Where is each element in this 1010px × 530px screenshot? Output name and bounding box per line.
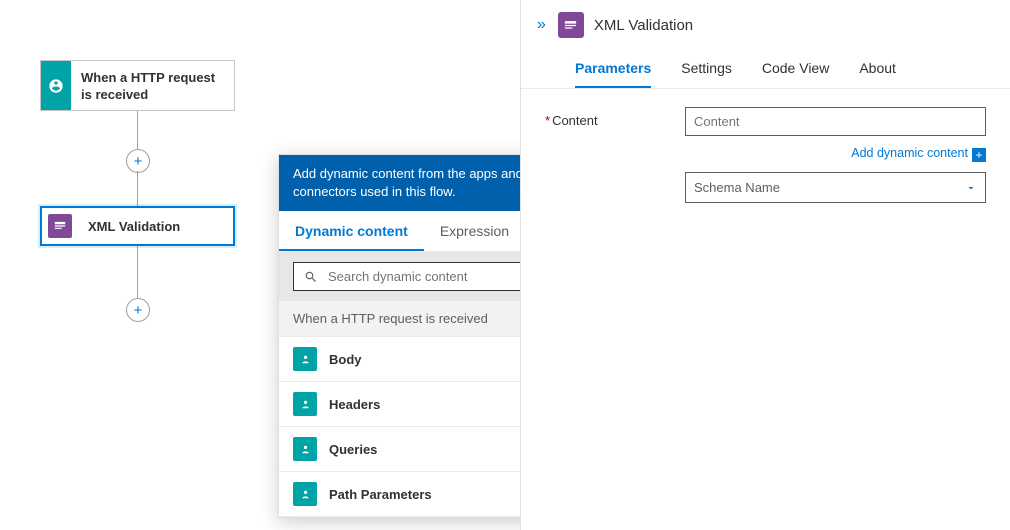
tab-expression[interactable]: Expression (424, 211, 525, 251)
http-trigger-icon (293, 347, 317, 371)
action-label: XML Validation (78, 208, 190, 244)
panel-body: *Content Add dynamic content+ Schema Nam… (521, 89, 1010, 227)
schema-placeholder: Schema Name (694, 180, 780, 195)
details-panel: » XML Validation Parameters Settings Cod… (520, 0, 1010, 530)
action-node-xml-validation[interactable]: XML Validation (40, 206, 235, 246)
group-title: When a HTTP request is received (293, 311, 488, 326)
http-trigger-icon (293, 392, 317, 416)
field-row-content: *Content (545, 107, 986, 136)
schema-name-select[interactable]: Schema Name (685, 172, 986, 203)
connector-line (137, 111, 138, 149)
chevron-down-icon (965, 182, 977, 194)
add-step-button[interactable]: + (126, 298, 150, 322)
content-input[interactable] (685, 107, 986, 136)
xml-validation-icon (558, 12, 584, 38)
required-asterisk: * (545, 113, 550, 128)
search-icon (304, 270, 318, 284)
xml-validation-icon (48, 214, 72, 238)
collapse-panel-button[interactable]: » (537, 16, 546, 34)
trigger-label: When a HTTP request is received (71, 61, 231, 110)
connector-line (137, 171, 138, 206)
tab-settings[interactable]: Settings (681, 52, 732, 88)
http-trigger-icon (293, 437, 317, 461)
connector-line (137, 246, 138, 299)
field-row-schema: Schema Name (545, 172, 986, 203)
add-step-button[interactable]: + (126, 149, 150, 173)
http-trigger-icon (41, 61, 71, 110)
dyn-item-label: Queries (329, 442, 377, 457)
panel-title: XML Validation (594, 17, 693, 34)
tab-about[interactable]: About (859, 52, 896, 88)
content-label: *Content (545, 107, 685, 128)
tab-dynamic-content[interactable]: Dynamic content (279, 211, 424, 251)
http-trigger-icon (293, 482, 317, 506)
panel-header: » XML Validation (521, 0, 1010, 46)
tab-parameters[interactable]: Parameters (575, 52, 651, 88)
dyn-item-label: Path Parameters (329, 487, 432, 502)
trigger-node-http[interactable]: When a HTTP request is received (40, 60, 235, 111)
panel-tabs: Parameters Settings Code View About (521, 46, 1010, 89)
tab-code-view[interactable]: Code View (762, 52, 829, 88)
schema-label (545, 172, 685, 178)
dyn-item-label: Headers (329, 397, 380, 412)
add-dynamic-content-link[interactable]: Add dynamic content+ (545, 142, 986, 172)
dyn-item-label: Body (329, 352, 362, 367)
plus-icon: + (972, 148, 986, 162)
